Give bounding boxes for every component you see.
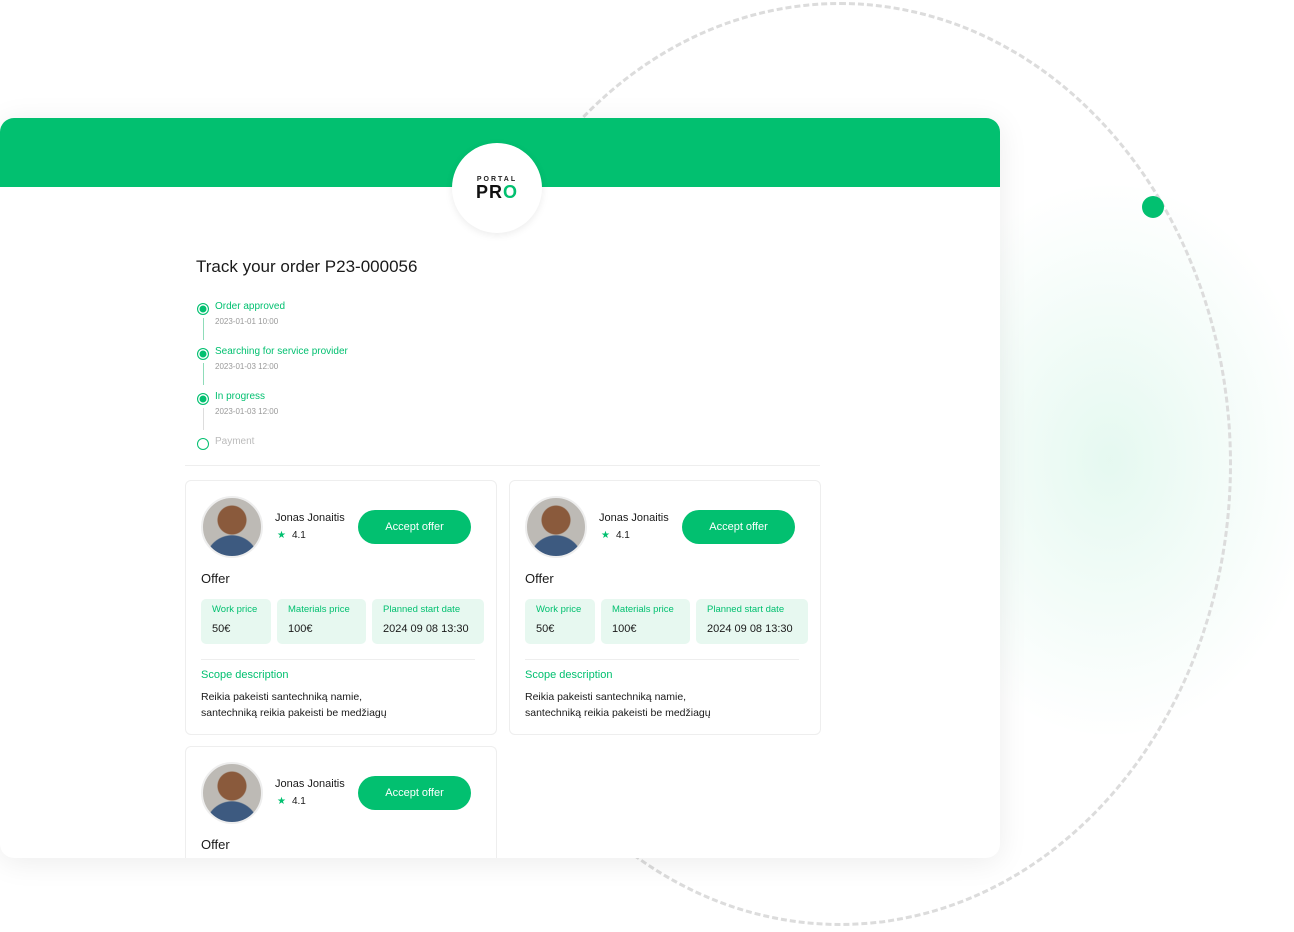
start-date-box: Planned start date 2024 09 08 13:30 (372, 599, 484, 644)
order-timeline: Order approved 2023-01-01 10:00 Searchin… (197, 301, 348, 481)
offer-heading: Offer (201, 571, 230, 586)
start-date-box: Planned start date 2024 09 08 13:30 (696, 599, 808, 644)
step-date: 2023-01-01 10:00 (215, 317, 279, 326)
logo-big-text: PRO (475, 181, 519, 202)
rating: ★ 4.1 (277, 530, 306, 541)
step-date: 2023-01-03 12:00 (215, 407, 279, 416)
empty-circle-icon (197, 438, 209, 450)
timeline-step: Payment (197, 436, 348, 481)
divider (185, 465, 820, 466)
work-price-value: 50€ (536, 623, 555, 635)
scope-line: Reikia pakeisti santechniką namie, (201, 691, 363, 703)
materials-price-label: Materials price (288, 604, 350, 615)
timeline-connector (203, 318, 204, 340)
work-price-label: Work price (536, 604, 582, 615)
accept-offer-button[interactable]: Accept offer (358, 776, 471, 810)
work-price-box: Work price 50€ (201, 599, 271, 644)
start-date-value: 2024 09 08 13:30 (383, 623, 469, 635)
materials-price-label: Materials price (612, 604, 674, 615)
step-label: Searching for service provider (215, 346, 348, 357)
avatar (201, 762, 263, 824)
scope-line: santechniką reikia pakeisti be medžiagų (201, 707, 387, 719)
timeline-step: Searching for service provider 2023-01-0… (197, 346, 348, 391)
materials-price-box: Materials price 100€ (601, 599, 690, 644)
start-date-label: Planned start date (383, 604, 461, 615)
timeline-step: In progress 2023-01-03 12:00 (197, 391, 348, 436)
portal-pro-logo: PORTAL PRO (452, 143, 542, 233)
offer-heading: Offer (201, 837, 230, 852)
app-window: PORTAL PRO Track your order P23-000056 O… (0, 118, 1000, 858)
provider-name: Jonas Jonaitis (275, 778, 345, 790)
accept-offer-button[interactable]: Accept offer (358, 510, 471, 544)
avatar (525, 496, 587, 558)
page-title: Track your order P23-000056 (196, 257, 418, 276)
rating: ★ 4.1 (601, 530, 630, 541)
rating: ★ 4.1 (277, 796, 306, 807)
step-label: Payment (215, 436, 255, 447)
scope-line: Reikia pakeisti santechniką namie, (525, 691, 687, 703)
timeline-step: Order approved 2023-01-01 10:00 (197, 301, 348, 346)
scope-line: santechniką reikia pakeisti be medžiagų (525, 707, 711, 719)
offer-card: Jonas Jonaitis ★ 4.1 Accept offer Offer W… (185, 480, 497, 735)
star-icon: ★ (601, 530, 610, 541)
divider (201, 659, 475, 660)
work-price-value: 50€ (212, 623, 231, 635)
scope-label: Scope description (201, 669, 289, 681)
start-date-value: 2024 09 08 13:30 (707, 623, 793, 635)
star-icon: ★ (277, 530, 286, 541)
provider-name: Jonas Jonaitis (599, 512, 669, 524)
scope-description: Reikia pakeisti santechniką namie, santec… (201, 689, 481, 721)
materials-price-box: Materials price 100€ (277, 599, 366, 644)
avatar (201, 496, 263, 558)
start-date-label: Planned start date (707, 604, 785, 615)
scope-description: Reikia pakeisti santechniką namie, santec… (525, 689, 805, 721)
work-price-label: Work price (212, 604, 258, 615)
work-price-box: Work price 50€ (525, 599, 595, 644)
divider (525, 659, 799, 660)
offer-heading: Offer (525, 571, 554, 586)
rating-value: 4.1 (291, 796, 306, 807)
materials-price-value: 100€ (288, 623, 313, 635)
price-boxes: Work price 50€ Materials price 100€ Planne… (201, 599, 484, 644)
scope-label: Scope description (525, 669, 613, 681)
step-label: In progress (215, 391, 266, 402)
rating-value: 4.1 (291, 530, 306, 541)
check-circle-icon (197, 303, 209, 315)
step-label: Order approved (215, 301, 286, 312)
offer-card: Jonas Jonaitis ★ 4.1 Accept offer Offer (185, 746, 497, 858)
provider-name: Jonas Jonaitis (275, 512, 345, 524)
price-boxes: Work price 50€ Materials price 100€ Planne… (525, 599, 808, 644)
check-circle-icon (197, 348, 209, 360)
timeline-connector (203, 408, 204, 430)
check-circle-icon (197, 393, 209, 405)
offer-card: Jonas Jonaitis ★ 4.1 Accept offer Offer W… (509, 480, 821, 735)
step-date: 2023-01-03 12:00 (215, 362, 279, 371)
timeline-connector (203, 363, 204, 385)
star-icon: ★ (277, 796, 286, 807)
rating-value: 4.1 (615, 530, 630, 541)
accept-offer-button[interactable]: Accept offer (682, 510, 795, 544)
decorative-dot (1142, 196, 1164, 218)
materials-price-value: 100€ (612, 623, 637, 635)
